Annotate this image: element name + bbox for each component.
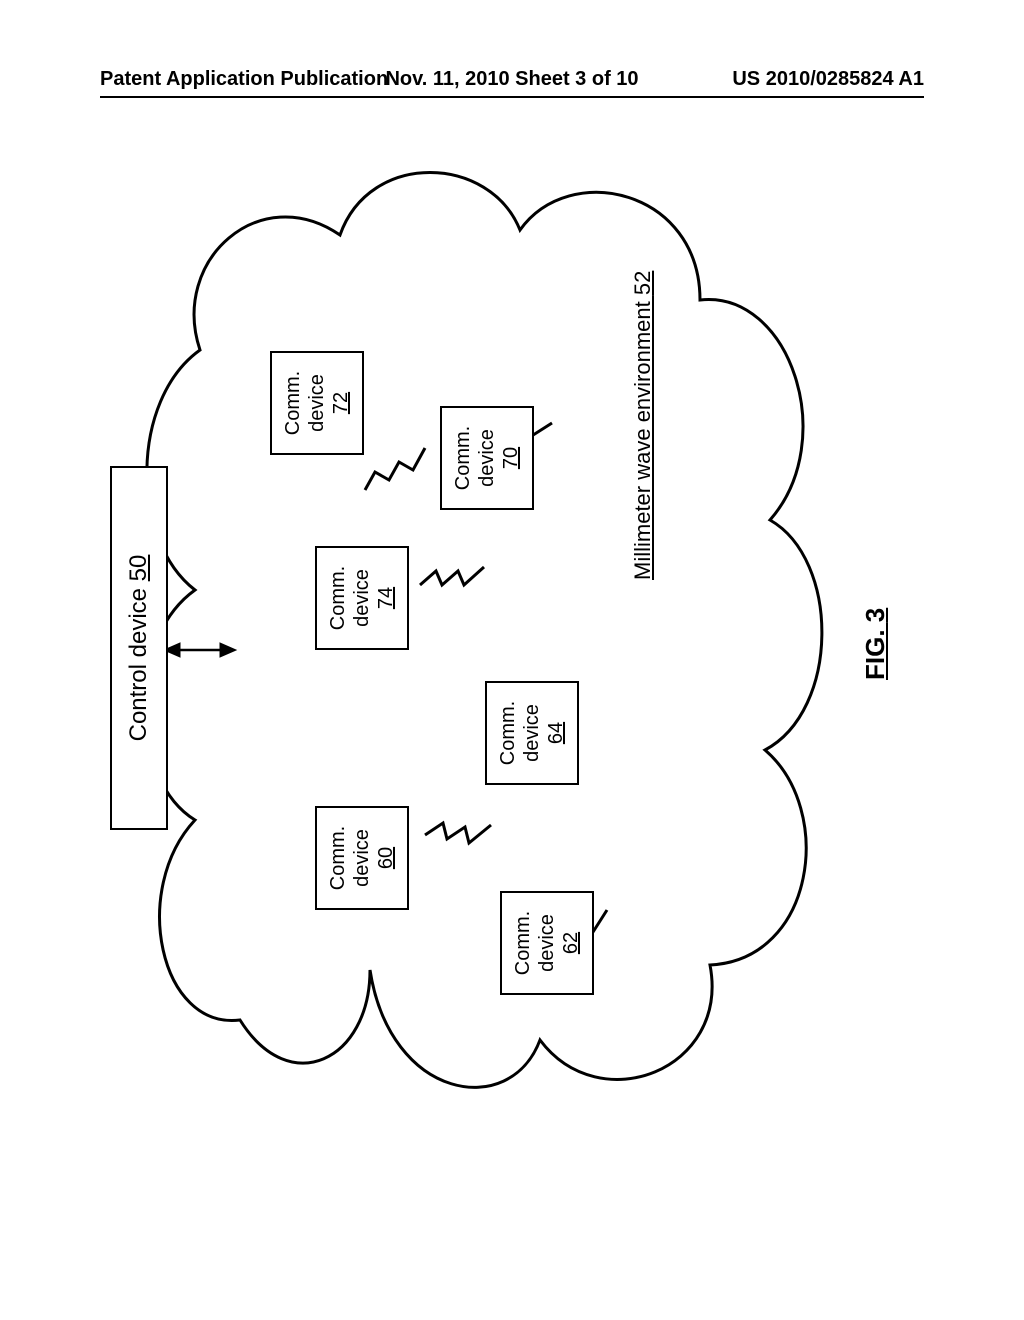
figure-label: FIG. 3	[860, 608, 891, 680]
header-left: Patent Application Publication	[100, 68, 388, 91]
control-device-box: Control device 50	[110, 466, 168, 830]
diagram: Control device 50 Comm. device 60 Comm. …	[100, 160, 920, 1140]
comm-device-70: Comm. device 70	[440, 406, 534, 510]
comm-device-60: Comm. device 60	[315, 806, 409, 910]
header-center: Nov. 11, 2010 Sheet 3 of 10	[385, 68, 638, 91]
control-device-label: Control device 50	[125, 555, 153, 742]
header-right: US 2010/0285824 A1	[732, 68, 924, 91]
comm-device-64: Comm. device 64	[485, 681, 579, 785]
comm-device-72: Comm. device 72	[270, 351, 364, 455]
page-header: Patent Application Publication Nov. 11, …	[100, 68, 924, 91]
comm-device-62: Comm. device 62	[500, 891, 594, 995]
header-rule	[100, 96, 924, 98]
environment-label: Millimeter wave environment 52	[630, 271, 656, 580]
comm-device-74: Comm. device 74	[315, 546, 409, 650]
